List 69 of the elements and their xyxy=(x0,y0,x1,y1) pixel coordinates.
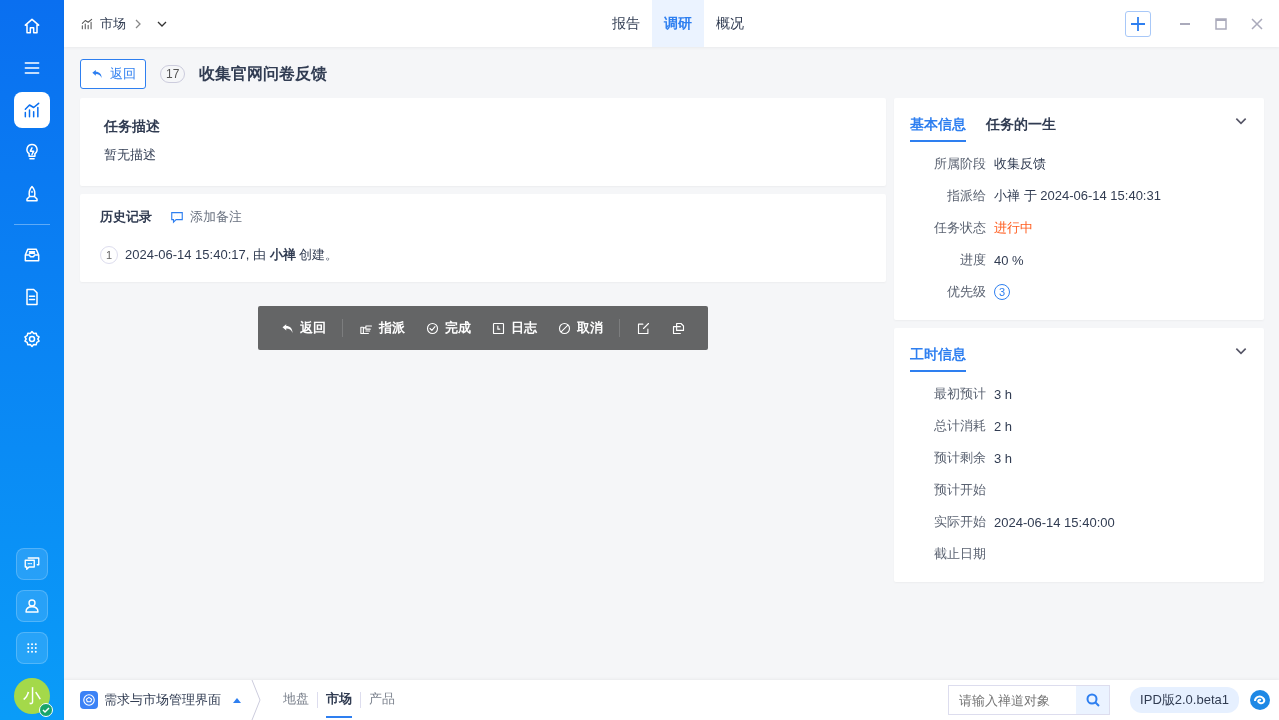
plus-icon xyxy=(1130,15,1146,32)
toolbar-button[interactable]: 指派 xyxy=(349,313,415,343)
close-icon xyxy=(1251,17,1263,30)
field-value: 进行中 xyxy=(994,219,1033,237)
chart-icon xyxy=(22,100,42,120)
field-value: 3 h xyxy=(994,386,1013,402)
module-tab[interactable]: 产品 xyxy=(369,682,395,718)
task-title: 收集官网问卷反馈 xyxy=(199,63,328,84)
section-heading: 历史记录 xyxy=(100,208,152,226)
back-button[interactable]: 返回 xyxy=(80,59,146,89)
sidebar-button[interactable] xyxy=(16,632,48,664)
panel-tab[interactable]: 基本信息 xyxy=(910,112,966,142)
field-label: 实际开始 xyxy=(933,513,987,531)
field-value: 2 h xyxy=(994,418,1013,434)
description-text: 暂无描述 xyxy=(104,146,157,164)
home-icon xyxy=(22,16,42,36)
version-badge: IPD版2.0.beta1 xyxy=(1130,687,1239,713)
panel-tab[interactable]: 工时信息 xyxy=(910,342,966,372)
field-value: 收集反馈 xyxy=(994,155,1046,173)
breadcrumb-item[interactable]: 市场 xyxy=(100,14,126,33)
nav-tab[interactable]: 调研 xyxy=(652,0,704,47)
field-label: 进度 xyxy=(959,251,987,269)
check-circle-icon xyxy=(425,320,440,336)
field-value: 40 % xyxy=(994,252,1024,268)
clock-square-icon xyxy=(491,320,506,336)
toolbar-button[interactable]: 取消 xyxy=(547,313,613,343)
field-label: 所属阶段 xyxy=(933,155,987,173)
nav-tab[interactable]: 概况 xyxy=(704,0,756,47)
edit-icon xyxy=(636,320,651,336)
toolbar-button[interactable]: 完成 xyxy=(415,313,481,343)
field-label: 预计开始 xyxy=(933,481,987,499)
inbox-icon xyxy=(22,245,42,265)
reply-arrow-icon xyxy=(90,67,104,81)
caret-icon xyxy=(233,697,241,703)
field-value: 2024-06-14 15:40:00 xyxy=(994,514,1115,530)
field-label: 优先级 xyxy=(946,283,987,301)
add-note-link[interactable]: 添加备注 xyxy=(170,208,242,226)
app-switcher[interactable]: 需求与市场管理界面 xyxy=(80,691,241,709)
add-button[interactable] xyxy=(1125,10,1151,37)
chart-icon xyxy=(80,16,94,31)
panel-tab[interactable]: 任务的一生 xyxy=(986,112,1056,142)
chat-icon xyxy=(23,555,41,573)
field-value: 小禅 于 2024-06-14 15:40:31 xyxy=(994,187,1161,205)
prohibited-icon xyxy=(557,320,572,336)
maximize-icon xyxy=(1215,17,1227,30)
section-heading: 任务描述 xyxy=(104,118,161,136)
field-label: 总计消耗 xyxy=(933,417,987,435)
field-label: 截止日期 xyxy=(933,545,987,563)
field-value: 3 h xyxy=(994,450,1013,466)
settings-icon xyxy=(22,329,42,349)
user-icon xyxy=(23,597,41,615)
app-icon xyxy=(80,691,98,709)
field-label: 最初预计 xyxy=(933,385,987,403)
module-tab[interactable]: 地盘 xyxy=(283,682,309,718)
history-entry: 2024-06-14 15:40:17, 由 小禅 创建。 xyxy=(125,246,339,264)
toolbar-button[interactable]: 日志 xyxy=(481,313,547,343)
field-label: 指派给 xyxy=(946,187,987,205)
field-label: 任务状态 xyxy=(933,219,987,237)
toolbar-button[interactable]: 返回 xyxy=(270,313,336,343)
field-label: 预计剩余 xyxy=(933,449,987,467)
chevron-separator-icon xyxy=(251,680,261,720)
sidebar-button[interactable] xyxy=(16,590,48,622)
nav-tab[interactable]: 报告 xyxy=(600,0,652,47)
copy-icon xyxy=(671,320,686,336)
sidebar-button[interactable] xyxy=(16,548,48,580)
module-tab[interactable]: 市场 xyxy=(326,682,352,718)
sidebar-item[interactable] xyxy=(14,92,50,128)
swirl-logo-icon xyxy=(1249,689,1271,711)
comment-icon xyxy=(170,210,184,224)
